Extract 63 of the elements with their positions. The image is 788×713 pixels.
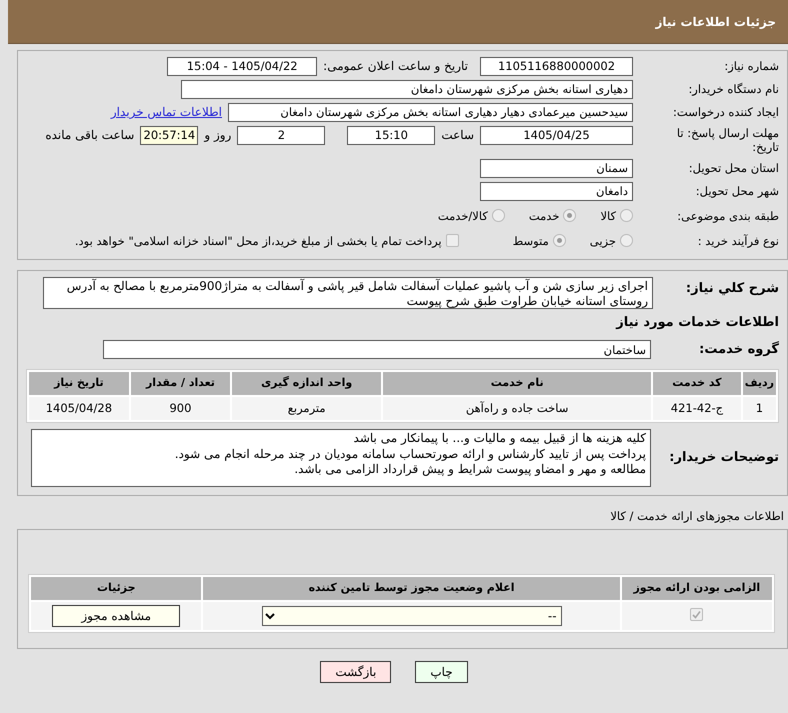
- field-label: روز و: [204, 128, 232, 143]
- checkbox[interactable]: [690, 608, 704, 622]
- option-label: کالا/خدمت: [438, 208, 488, 223]
- column-header: الزامی بودن ارائه مجوز: [622, 577, 772, 600]
- field-label: نام دستگاه خریدار:: [687, 82, 779, 97]
- field-label: شهر محل تحویل:: [694, 184, 779, 198]
- field-label: گروه خدمت:: [698, 342, 779, 358]
- view-permit-button[interactable]: مشاهده مجوز: [52, 604, 180, 627]
- field-label: تاریخ و ساعت اعلان عمومی:: [323, 59, 468, 74]
- value-field: سیدحسین میرعمادی دهیار دهیاری استانه بخش مرکزی شهرستان دامغان: [228, 103, 633, 122]
- radio-button[interactable]: [563, 209, 576, 222]
- radio-button[interactable]: [492, 209, 505, 222]
- table-cell: 1405/04/28: [29, 396, 129, 420]
- option-label: متوسط: [512, 234, 549, 248]
- value-field: 1405/04/22 - 15:04: [167, 57, 318, 76]
- field-label: ایجاد کننده درخواست:: [672, 105, 779, 120]
- checkbox-label: پرداخت تمام یا بخشی از مبلغ خرید،از محل "اسناد خزانه اسلامی" خواهد بود.: [74, 234, 442, 248]
- value-field: ساختمان: [103, 340, 651, 360]
- table-cell: 1: [742, 396, 776, 420]
- checkbox[interactable]: [446, 234, 459, 248]
- column-header: تاریخ نیاز: [29, 372, 129, 395]
- option-label: کالا: [600, 208, 616, 223]
- value-field: 1105116880000002: [480, 57, 633, 76]
- field-label: استان محل تحویل:: [688, 161, 779, 176]
- print-button[interactable]: چاپ: [415, 661, 468, 684]
- field-label: طبقه بندی موضوعی:: [676, 208, 779, 223]
- table-cell: 900: [130, 396, 230, 420]
- field-label: توضیحات خریدار:: [668, 450, 779, 466]
- option-label: خدمت: [528, 208, 560, 223]
- contact-link[interactable]: اطلاعات تماس خریدار: [110, 105, 222, 120]
- field-label: شماره نیاز:: [723, 59, 779, 74]
- column-header: نام خدمت: [383, 372, 652, 395]
- table-cell: ج-42-421: [653, 396, 741, 420]
- table-cell: مترمربع: [232, 396, 382, 420]
- countdown-field: 20:57:14: [140, 126, 198, 145]
- option-label: جزیی: [590, 234, 616, 248]
- table-cell: ساخت جاده و راه‌آهن: [383, 396, 652, 420]
- value-field: 2: [237, 126, 326, 145]
- field-label: مهلت ارسال پاسخ: تا تاریخ:: [676, 126, 779, 155]
- value-field: دهیاری استانه بخش مرکزی شهرستان دامغان: [181, 80, 633, 99]
- section-heading: اطلاعات مجوزهای ارائه خدمت / کالا: [609, 508, 784, 525]
- field-label: ساعت باقی مانده: [45, 128, 134, 143]
- value-field: دامغان: [480, 182, 633, 201]
- column-header: اعلام وضعیت مجوز توسط تامین کننده: [203, 577, 620, 600]
- column-header: تعداد / مقدار: [130, 372, 230, 395]
- value-field: 1405/04/25: [480, 126, 633, 145]
- back-button[interactable]: بازگشت: [320, 661, 392, 684]
- section-heading: اطلاعات خدمات مورد نیاز: [614, 314, 779, 332]
- page-title: جزئیات اطلاعات نیاز: [655, 14, 776, 30]
- column-header: کد خدمت: [653, 372, 741, 395]
- value-field: سمنان: [480, 158, 633, 178]
- column-header: ردیف: [742, 372, 776, 395]
- notes-field: کلیه هزینه ها از قبیل بیمه و مالیات و... با پیمانکار می باشد پرداخت پس از تایید کارشناس و ارائه صورتحساب سامانه مودیان در چند مرحله انجام می شود. مطالعه و مهر و امضاو پیوست شرایط و پیش قرارداد الزامی می باشد.: [31, 429, 651, 487]
- radio-button[interactable]: [552, 234, 566, 248]
- field-label: نوع فرآیند خرید :: [696, 234, 779, 248]
- field-label: شرح کلي نیاز:: [684, 280, 779, 297]
- column-header: واحد اندازه گیری: [232, 372, 382, 395]
- radio-button[interactable]: [620, 209, 633, 222]
- status-dropdown[interactable]: --: [262, 606, 562, 626]
- column-header: جزئیات: [31, 577, 202, 600]
- field-label: ساعت: [441, 128, 474, 143]
- value-field: 15:10: [347, 126, 436, 145]
- radio-button[interactable]: [620, 234, 633, 248]
